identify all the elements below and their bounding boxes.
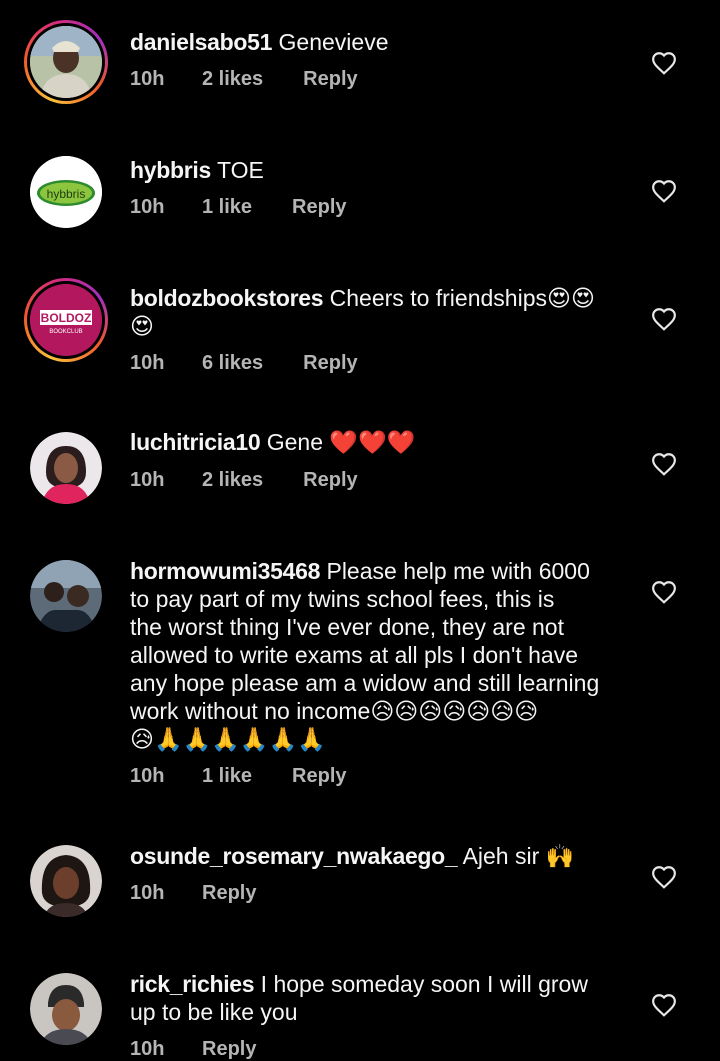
comment-time: 10h bbox=[130, 352, 165, 374]
user-photo-icon bbox=[30, 26, 102, 98]
comment-username[interactable]: hormowumi35468 bbox=[130, 558, 320, 584]
comment-body-line: any hope please am a widow and still lea… bbox=[130, 670, 600, 696]
comment-body: Ajeh sir 🙌 bbox=[462, 843, 575, 869]
heart-icon[interactable] bbox=[651, 993, 677, 1017]
comment-text: hybbris TOE bbox=[130, 156, 630, 184]
comment-body-line: Please help me with 6000 bbox=[326, 558, 590, 584]
comment-username[interactable]: osunde_rosemary_nwakaego_ bbox=[130, 843, 458, 869]
comment-username[interactable]: boldozbookstores bbox=[130, 285, 324, 311]
comment-meta: 10h 6 likes Reply bbox=[130, 352, 358, 375]
avatar[interactable]: hybbris bbox=[24, 150, 108, 234]
comment-body-line: the worst thing I've ever done, they are… bbox=[130, 614, 564, 640]
comment-body: Gene ❤️❤️❤️ bbox=[266, 429, 416, 455]
reply-button[interactable]: Reply bbox=[202, 882, 256, 905]
reply-button[interactable]: Reply bbox=[303, 68, 357, 91]
reply-button[interactable]: Reply bbox=[292, 765, 346, 788]
comment-text: hormowumi35468 Please help me with 6000 … bbox=[130, 557, 650, 753]
user-photo-icon bbox=[30, 845, 102, 917]
comment-time: 10h bbox=[130, 469, 165, 491]
heart-icon[interactable] bbox=[651, 580, 677, 604]
comment-meta: 10h Reply bbox=[130, 882, 256, 905]
comment-username[interactable]: danielsabo51 bbox=[130, 29, 272, 55]
user-photo-icon bbox=[30, 560, 102, 632]
comment-time: 10h bbox=[130, 196, 165, 218]
comment-username[interactable]: hybbris bbox=[130, 157, 211, 183]
heart-icon[interactable] bbox=[651, 179, 677, 203]
comment-time: 10h bbox=[130, 765, 165, 787]
comment-likes[interactable]: 1 like bbox=[202, 196, 252, 219]
user-photo-icon bbox=[30, 432, 102, 504]
heart-icon[interactable] bbox=[651, 307, 677, 331]
comment-body-line: allowed to write exams at all pls I don'… bbox=[130, 642, 579, 668]
hybbris-logo-icon: hybbris bbox=[30, 156, 102, 228]
comment-likes[interactable]: 2 likes bbox=[202, 68, 263, 91]
comment-likes[interactable]: 6 likes bbox=[202, 352, 263, 375]
comment-body-line: work without no income😥😥😥😥😥😥😥 bbox=[130, 698, 539, 724]
comment-body-line: to pay part of my twins school fees, thi… bbox=[130, 586, 555, 612]
comment-text: rick_richies I hope someday soon I will … bbox=[130, 970, 630, 1026]
svg-text:BOOKCLUB: BOOKCLUB bbox=[49, 329, 82, 335]
comment-meta: 10h 1 like Reply bbox=[130, 196, 347, 219]
comment-text: boldozbookstores Cheers to friendships😍😍… bbox=[130, 284, 630, 340]
reply-button[interactable]: Reply bbox=[202, 1038, 256, 1061]
comment-text: danielsabo51 Genevieve bbox=[130, 28, 630, 56]
comment-username[interactable]: rick_richies bbox=[130, 971, 255, 997]
avatar[interactable] bbox=[24, 554, 108, 638]
heart-icon[interactable] bbox=[651, 865, 677, 889]
comment-likes[interactable]: 1 like bbox=[202, 765, 252, 788]
comment-time: 10h bbox=[130, 882, 165, 904]
avatar[interactable]: BOLDOZ BOOKCLUB bbox=[24, 278, 108, 362]
heart-icon[interactable] bbox=[651, 51, 677, 75]
avatar[interactable] bbox=[24, 839, 108, 923]
comment-body: I hope someday soon I will grow bbox=[260, 971, 588, 997]
comment-meta: 10h 2 likes Reply bbox=[130, 68, 358, 91]
comment-body-line: 😥🙏🙏🙏🙏🙏🙏 bbox=[130, 726, 326, 752]
avatar[interactable] bbox=[24, 20, 108, 104]
comment-body-continued: 😍 bbox=[130, 313, 154, 339]
reply-button[interactable]: Reply bbox=[303, 352, 357, 375]
comment-text: osunde_rosemary_nwakaego_ Ajeh sir 🙌 bbox=[130, 842, 630, 870]
reply-button[interactable]: Reply bbox=[303, 469, 357, 492]
comment-meta: 10h 2 likes Reply bbox=[130, 469, 358, 492]
avatar[interactable] bbox=[24, 967, 108, 1051]
comment-meta: 10h Reply bbox=[130, 1038, 256, 1061]
reply-button[interactable]: Reply bbox=[292, 196, 346, 219]
avatar[interactable] bbox=[24, 426, 108, 510]
comment-body: Cheers to friendships😍😍 bbox=[329, 285, 595, 311]
comment-username[interactable]: luchitricia10 bbox=[130, 429, 261, 455]
comment-time: 10h bbox=[130, 1038, 165, 1060]
heart-icon[interactable] bbox=[651, 452, 677, 476]
comment-body-continued: up to be like you bbox=[130, 999, 298, 1025]
comment-likes[interactable]: 2 likes bbox=[202, 469, 263, 492]
user-photo-icon bbox=[30, 973, 102, 1045]
comment-body: Genevieve bbox=[278, 29, 389, 55]
comment-body: TOE bbox=[216, 157, 264, 183]
svg-text:hybbris: hybbris bbox=[47, 187, 86, 201]
comment-time: 10h bbox=[130, 68, 165, 90]
comment-meta: 10h 1 like Reply bbox=[130, 765, 347, 788]
svg-text:BOLDOZ: BOLDOZ bbox=[41, 311, 92, 325]
boldoz-logo-icon: BOLDOZ BOOKCLUB bbox=[30, 284, 102, 356]
comment-text: luchitricia10 Gene ❤️❤️❤️ bbox=[130, 428, 630, 456]
